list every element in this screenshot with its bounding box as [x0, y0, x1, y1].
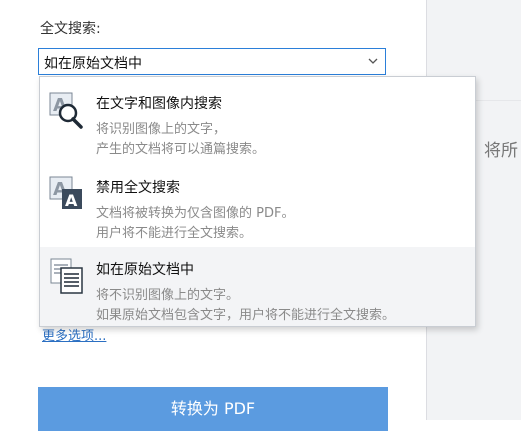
svg-text:A: A [65, 191, 78, 210]
option-title: 如在原始文档中 [96, 262, 194, 278]
option-description: 将不识别图像上的文字。 [96, 288, 240, 303]
right-panel-separator [472, 100, 521, 101]
option-disable-fulltext-search[interactable]: A A 禁用全文搜索 文档将被转换为仅含图像的 PDF。 用户将不能进行全文搜索… [40, 165, 475, 247]
document-pages-icon [50, 258, 83, 294]
option-title: 禁用全文搜索 [96, 180, 180, 196]
option-description: 文档将被转换为仅含图像的 PDF。 [96, 206, 295, 221]
option-title: 在文字和图像内搜索 [96, 96, 222, 112]
option-description: 如果原始文档包含文字，用户将不能进行全文搜索。 [96, 308, 396, 323]
more-options-link[interactable]: 更多选项... [42, 325, 106, 344]
fulltext-search-label: 全文搜索: [40, 21, 101, 37]
option-search-text-and-images[interactable]: A 在文字和图像内搜索 将识别图像上的文字， 产生的文档将可以通篇搜索。 [40, 81, 475, 163]
option-description: 将识别图像上的文字， [96, 122, 227, 137]
fulltext-search-dropdown[interactable]: 如在原始文档中 [38, 48, 386, 75]
option-as-in-original[interactable]: 如在原始文档中 将不识别图像上的文字。 如果原始文档包含文字，用户将不能进行全文… [40, 247, 475, 326]
dropdown-selected-value: 如在原始文档中 [44, 56, 142, 72]
image-only-icon: A A [49, 176, 82, 210]
image-text-search-icon: A [49, 92, 83, 129]
search-options-list: A 在文字和图像内搜索 将识别图像上的文字， 产生的文档将可以通篇搜索。 A A… [39, 76, 476, 327]
option-description: 产生的文档将可以通篇搜索。 [96, 142, 266, 157]
right-panel-text: 将所 [484, 141, 518, 161]
option-description: 用户将不能进行全文搜索。 [96, 226, 253, 241]
convert-to-pdf-button[interactable]: 转换为 PDF [38, 387, 388, 431]
chevron-down-icon [368, 58, 378, 64]
